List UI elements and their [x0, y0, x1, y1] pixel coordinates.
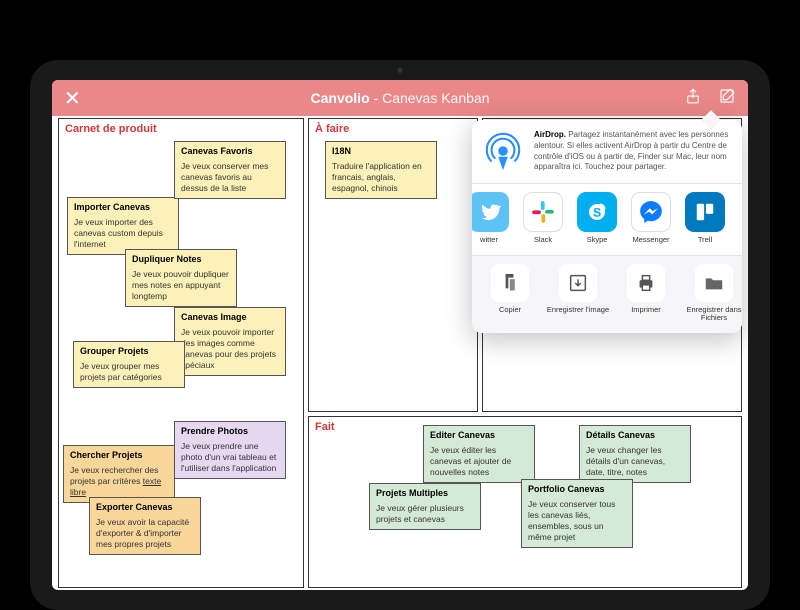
close-button[interactable]: ✕	[64, 86, 81, 111]
share-app-twitter[interactable]: witter	[472, 192, 514, 245]
card-exporter[interactable]: Exporter Canevas Je veux avoir la capaci…	[89, 497, 201, 555]
column-backlog[interactable]: Carnet de produit Importer Canevas Je ve…	[58, 118, 304, 588]
card-dupliquer[interactable]: Dupliquer Notes Je veux pouvoir duplique…	[125, 249, 237, 307]
share-app-skype[interactable]: Skype	[572, 192, 622, 245]
card-portfolio[interactable]: Portfolio Canevas Je veux conserver tous…	[521, 479, 633, 548]
action-save-files[interactable]: Enregistrer dans Fichiers	[682, 264, 742, 323]
share-app-messenger[interactable]: Messenger	[626, 192, 676, 245]
copy-icon	[491, 264, 529, 302]
share-app-slack[interactable]: Slack	[518, 192, 568, 245]
action-print[interactable]: Imprimer	[614, 264, 678, 323]
page-title: Canvolio - Canevas Kanban	[311, 90, 490, 106]
share-sheet: AirDrop. Partagez instantanément avec le…	[472, 120, 742, 333]
card-chercher[interactable]: Chercher Projets Je veux rechercher des …	[63, 445, 175, 503]
card-image[interactable]: Canevas Image Je veux pouvoir importer d…	[174, 307, 286, 376]
column-done[interactable]: Fait Editer Canevas Je veux éditer les c…	[308, 416, 742, 588]
print-icon	[627, 264, 665, 302]
app-header: ✕ Canvolio - Canevas Kanban	[52, 80, 748, 116]
airdrop-text: AirDrop. Partagez instantanément avec le…	[534, 130, 732, 173]
trello-icon	[685, 192, 725, 232]
card-favoris[interactable]: Canevas Favoris Je veux conserver mes ca…	[174, 141, 286, 199]
column-todo[interactable]: À faire I18N Traduire l'application en f…	[308, 118, 478, 412]
twitter-icon	[472, 192, 509, 232]
slack-icon	[523, 192, 563, 232]
canvas-name: Canevas Kanban	[382, 90, 489, 106]
share-app-trello[interactable]: Trell	[680, 192, 730, 245]
compose-button[interactable]	[718, 87, 736, 110]
save-image-icon	[559, 264, 597, 302]
card-photos[interactable]: Prendre Photos Je veux prendre une photo…	[174, 421, 286, 479]
card-details[interactable]: Détails Canevas Je veux changer les déta…	[579, 425, 691, 483]
app-name: Canvolio	[311, 90, 370, 106]
card-grouper[interactable]: Grouper Projets Je veux grouper mes proj…	[73, 341, 185, 388]
share-actions-row: Copier Enregistrer l'image Imprimer	[472, 256, 742, 333]
column-title: À faire	[309, 119, 477, 139]
action-save-image[interactable]: Enregistrer l'image	[546, 264, 610, 323]
card-importer[interactable]: Importer Canevas Je veux importer des ca…	[67, 197, 179, 255]
card-i18n[interactable]: I18N Traduire l'application en francais,…	[325, 141, 437, 199]
folder-icon	[695, 264, 733, 302]
column-title: Carnet de produit	[59, 119, 303, 139]
skype-icon	[577, 192, 617, 232]
action-copy[interactable]: Copier	[478, 264, 542, 323]
share-apps-row: witter Slack	[472, 184, 742, 256]
airdrop-icon	[482, 130, 524, 172]
card-multiples[interactable]: Projets Multiples Je veux gérer plusieur…	[369, 483, 481, 530]
share-button[interactable]	[684, 87, 702, 110]
messenger-icon	[631, 192, 671, 232]
card-editer[interactable]: Editer Canevas Je veux éditer les caneva…	[423, 425, 535, 483]
airdrop-row[interactable]: AirDrop. Partagez instantanément avec le…	[472, 120, 742, 184]
